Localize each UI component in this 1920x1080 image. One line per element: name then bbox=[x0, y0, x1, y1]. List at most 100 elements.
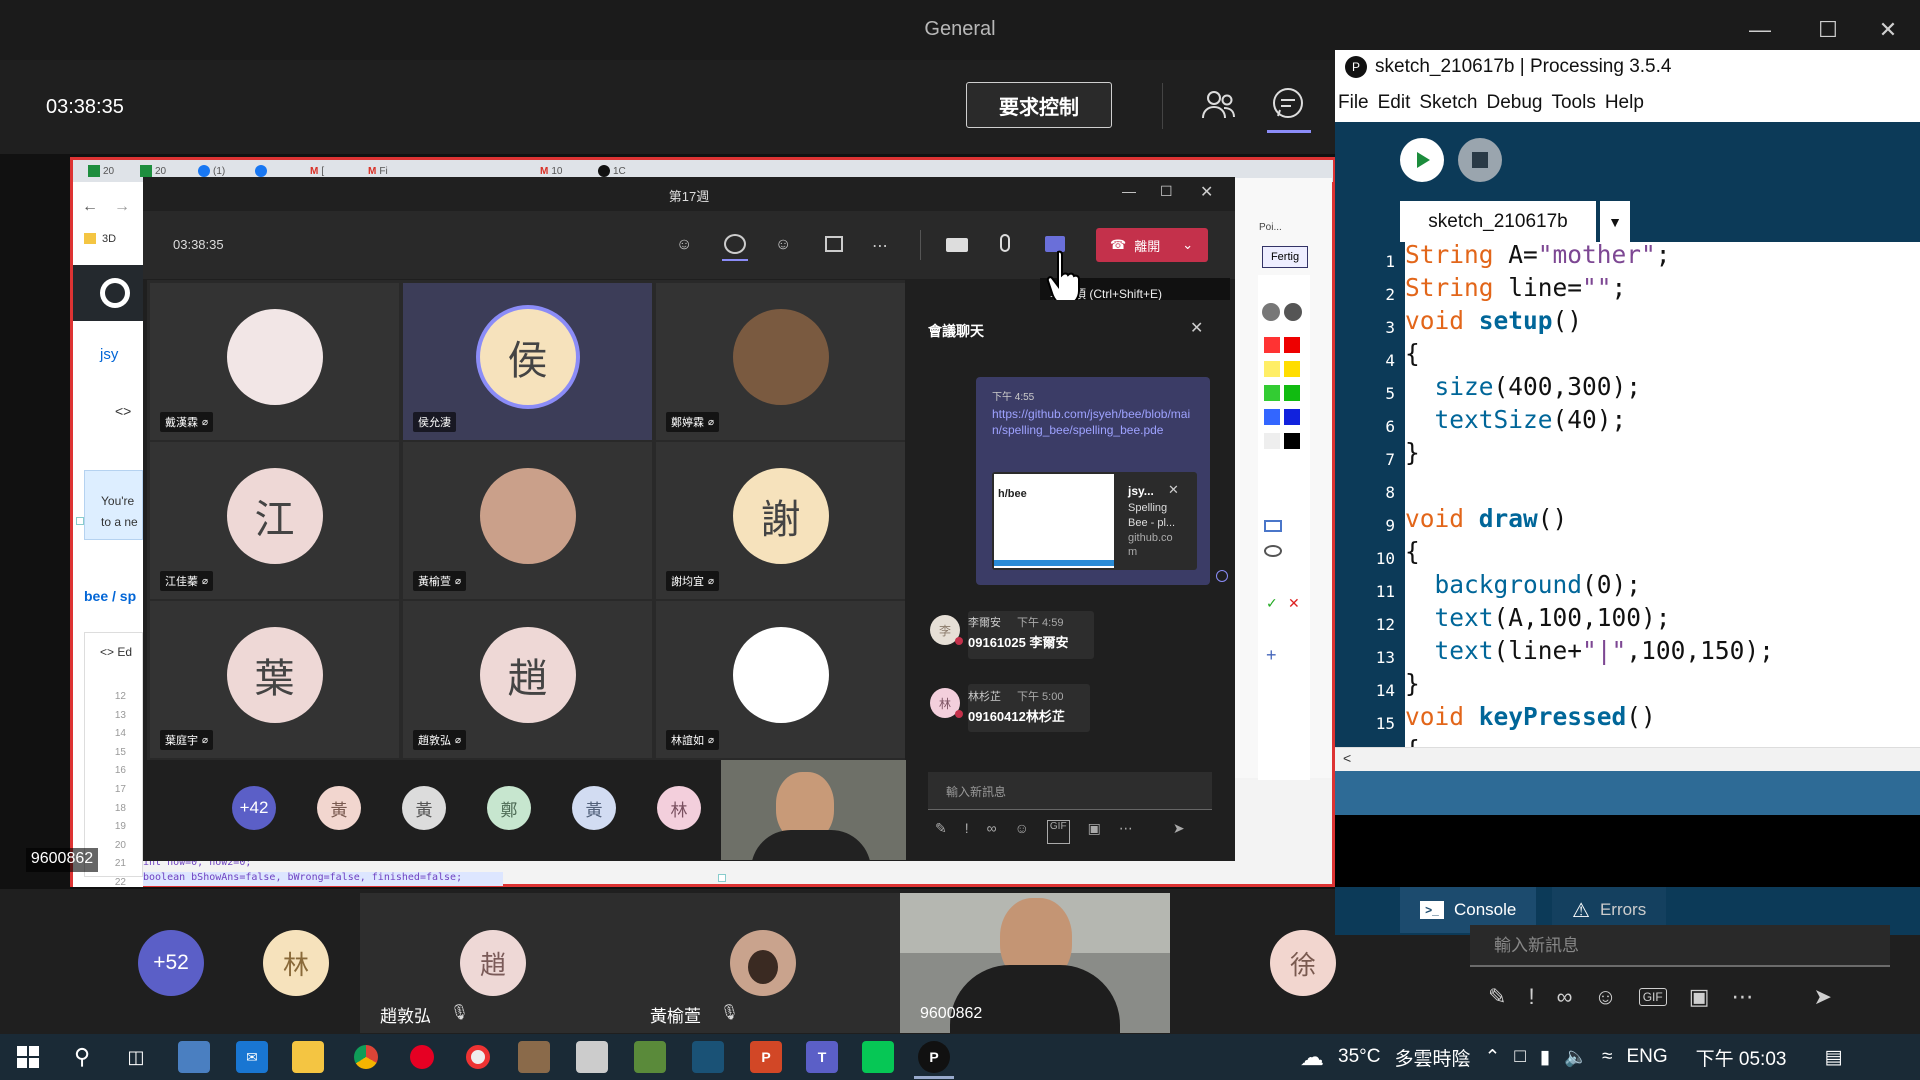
avatar bbox=[226, 309, 323, 405]
teams-icon[interactable]: T bbox=[806, 1041, 838, 1073]
participants-icon[interactable] bbox=[1200, 88, 1236, 122]
sticker-icon[interactable]: ▣ bbox=[1088, 820, 1101, 844]
attach-icon[interactable]: ∞ bbox=[1557, 984, 1573, 1010]
close-button[interactable]: ✕ bbox=[1200, 182, 1213, 202]
fertig-button[interactable]: Fertig bbox=[1262, 246, 1308, 268]
volume-icon[interactable]: 🔈 bbox=[1564, 1045, 1588, 1069]
active-app-indicator bbox=[914, 1076, 954, 1079]
pinterest-icon[interactable] bbox=[406, 1041, 438, 1073]
repo-link[interactable]: jsy bbox=[100, 346, 118, 363]
menu-sketch[interactable]: Sketch bbox=[1419, 92, 1477, 114]
folder-icon[interactable] bbox=[292, 1041, 324, 1073]
clock[interactable]: 下午 05:03 bbox=[1696, 1044, 1787, 1071]
wifi-icon[interactable]: ≈ bbox=[1602, 1046, 1612, 1068]
rooms-icon[interactable] bbox=[825, 236, 843, 252]
gif-icon[interactable]: GIF bbox=[1638, 988, 1667, 1006]
gif-icon[interactable]: GIF bbox=[1046, 820, 1070, 844]
emoji-icon[interactable]: ☺ bbox=[1594, 984, 1616, 1010]
code-tab-icon[interactable]: <> bbox=[115, 403, 131, 419]
overflow-participants[interactable]: +42 bbox=[232, 786, 276, 830]
close-icon[interactable]: ✕ bbox=[1190, 318, 1203, 338]
format-icon[interactable]: ✎ bbox=[935, 820, 947, 844]
store-icon[interactable] bbox=[178, 1041, 210, 1073]
stop-button[interactable] bbox=[1458, 138, 1502, 182]
stop-icon bbox=[1472, 152, 1488, 168]
handle bbox=[76, 517, 84, 525]
chat-icon[interactable] bbox=[724, 234, 746, 254]
minimize-button[interactable]: — bbox=[1738, 10, 1782, 50]
start-icon[interactable] bbox=[12, 1041, 44, 1073]
processing-icon[interactable]: P bbox=[918, 1041, 950, 1073]
menu-edit[interactable]: Edit bbox=[1378, 92, 1411, 114]
overflow-participants[interactable]: +52 bbox=[138, 930, 204, 996]
close-button[interactable]: ✕ bbox=[1866, 10, 1910, 50]
bookmark-3d[interactable]: 3D bbox=[84, 233, 116, 245]
app-icon[interactable] bbox=[518, 1041, 550, 1073]
menu-debug[interactable]: Debug bbox=[1486, 92, 1542, 114]
teams-chat-compose[interactable]: 輸入新訊息 bbox=[1470, 925, 1890, 967]
record-icon[interactable] bbox=[462, 1041, 494, 1073]
status-badge bbox=[955, 637, 963, 645]
chat-compose-input[interactable]: 輸入新訊息 bbox=[928, 772, 1212, 810]
tab-menu-arrow-icon[interactable]: ▼ bbox=[1600, 201, 1630, 242]
minecraft-icon[interactable] bbox=[634, 1041, 666, 1073]
menu-help[interactable]: Help bbox=[1605, 92, 1644, 114]
emoji-icon[interactable]: ☺ bbox=[1015, 820, 1029, 844]
format-icon[interactable]: ✎ bbox=[1488, 984, 1506, 1010]
powerpoint-icon[interactable]: P bbox=[750, 1041, 782, 1073]
app-icon[interactable] bbox=[692, 1041, 724, 1073]
task-view-icon[interactable]: ◫ bbox=[120, 1041, 152, 1073]
participant-name: 林誼如 ⌀ bbox=[666, 730, 720, 750]
line-icon[interactable] bbox=[862, 1041, 894, 1073]
close-icon[interactable]: ✕ bbox=[1168, 482, 1179, 498]
request-control-button[interactable]: 要求控制 bbox=[966, 82, 1112, 128]
scroll-left-icon[interactable]: < bbox=[1343, 750, 1351, 766]
participants-icon[interactable]: ☺ bbox=[676, 236, 692, 254]
more-icon[interactable]: ⋯ bbox=[1119, 820, 1133, 844]
message-text: 09160412林杉芷 bbox=[968, 709, 1065, 724]
important-icon[interactable]: ! bbox=[1528, 984, 1534, 1010]
send-icon[interactable]: ➤ bbox=[1814, 984, 1832, 1010]
processing-title-bar: P sketch_210617b | Processing 3.5.4 bbox=[1335, 50, 1920, 84]
language-indicator[interactable]: ENG bbox=[1626, 1046, 1667, 1068]
breadcrumb[interactable]: bee / sp bbox=[84, 588, 136, 604]
menu-tools[interactable]: Tools bbox=[1551, 92, 1595, 114]
minimize-button[interactable]: — bbox=[1122, 183, 1136, 199]
mic-icon[interactable] bbox=[1000, 234, 1010, 252]
maximize-button[interactable]: ☐ bbox=[1806, 10, 1850, 50]
more-icon[interactable]: ⋯ bbox=[872, 236, 888, 256]
search-icon[interactable]: ⚲ bbox=[66, 1041, 98, 1073]
camera-icon[interactable] bbox=[946, 238, 968, 252]
chat-icon[interactable] bbox=[1270, 86, 1306, 122]
device-icon[interactable]: □ bbox=[1514, 1046, 1525, 1068]
preview-subtitle: Spelling bbox=[1128, 502, 1168, 514]
line-number: 14 bbox=[1375, 681, 1395, 700]
reactions-icon[interactable]: ☺ bbox=[775, 236, 791, 254]
browser-tab[interactable]: 20 bbox=[88, 163, 114, 179]
attach-icon[interactable]: ∞ bbox=[987, 820, 997, 844]
forward-arrow-icon[interactable]: → bbox=[114, 198, 130, 216]
horizontal-scrollbar[interactable]: < bbox=[1335, 747, 1920, 771]
important-icon[interactable]: ! bbox=[965, 820, 969, 844]
battery-icon[interactable]: ▮ bbox=[1540, 1046, 1550, 1069]
mail-icon[interactable]: ✉ bbox=[236, 1041, 268, 1073]
code-editor[interactable]: String A="mother"; String line=""; void … bbox=[1405, 242, 1920, 747]
message-link[interactable]: https://github.com/jsyeh/bee/blob/main/s… bbox=[992, 406, 1198, 438]
edit-label[interactable]: <> Ed bbox=[100, 645, 132, 659]
avatar: 黃 bbox=[572, 786, 616, 830]
github-icon[interactable] bbox=[100, 278, 130, 308]
sketch-tab[interactable]: sketch_210617b bbox=[1400, 201, 1596, 242]
notifications-icon[interactable]: ▤ bbox=[1824, 1046, 1842, 1069]
leave-button[interactable]: ☎ 離開 ⌄ bbox=[1096, 228, 1208, 262]
menu-file[interactable]: File bbox=[1338, 92, 1369, 114]
chrome-icon[interactable] bbox=[350, 1041, 382, 1073]
maximize-button[interactable]: ☐ bbox=[1160, 183, 1173, 200]
send-icon[interactable]: ➤ bbox=[1173, 820, 1185, 844]
muted-mic-icon: ⌀ bbox=[708, 416, 715, 428]
run-button[interactable] bbox=[1400, 138, 1444, 182]
app-icon[interactable] bbox=[576, 1041, 608, 1073]
sticker-icon[interactable]: ▣ bbox=[1689, 984, 1710, 1010]
back-arrow-icon[interactable]: ← bbox=[82, 198, 98, 216]
more-icon[interactable]: ⋯ bbox=[1732, 984, 1754, 1010]
chevron-up-icon[interactable]: ⌃ bbox=[1484, 1046, 1500, 1069]
